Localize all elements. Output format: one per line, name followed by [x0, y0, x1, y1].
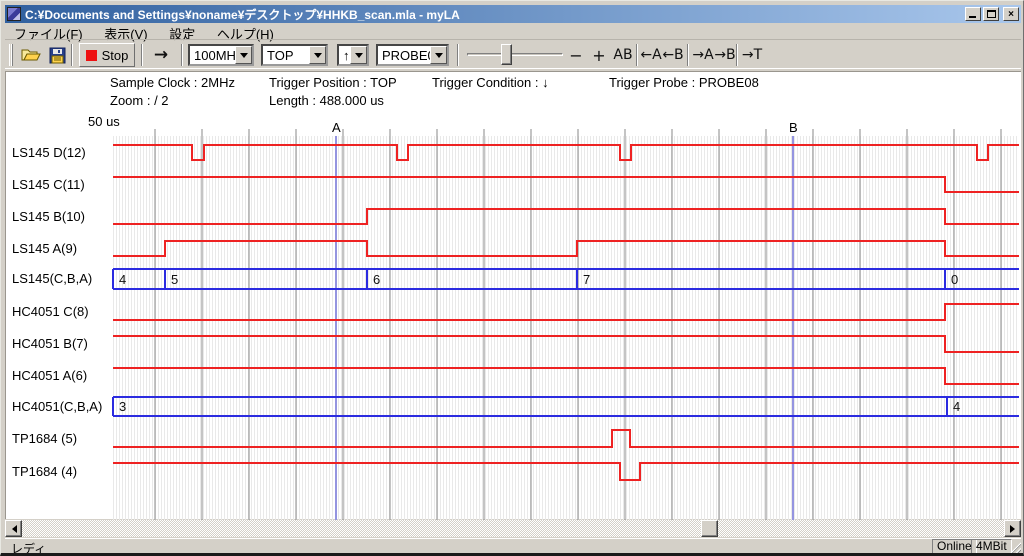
scrollbar-thumb[interactable] — [701, 520, 718, 537]
minimize-button[interactable] — [965, 7, 981, 21]
chevron-down-icon[interactable] — [309, 46, 326, 64]
goto-marker-b-button[interactable]: ←B — [661, 44, 685, 66]
open-file-button[interactable] — [19, 44, 43, 66]
channel-label[interactable]: LS145 C(11) — [12, 177, 85, 192]
window-title: C:¥Documents and Settings¥noname¥デスクトップ¥… — [25, 6, 965, 23]
stop-icon — [86, 50, 97, 61]
arrow-left-icon — [8, 525, 17, 533]
stop-button[interactable]: Stop — [79, 43, 135, 67]
zoom-in-button[interactable]: + — [589, 44, 609, 66]
channel-label[interactable]: LS145(C,B,A) — [12, 271, 92, 286]
chevron-down-icon[interactable] — [350, 46, 367, 64]
trigger-edge-select[interactable]: ↑ — [337, 44, 369, 66]
memory-badge: 4MBit — [971, 539, 1012, 554]
channel-label[interactable]: LS145 A(9) — [12, 241, 77, 256]
clock-select[interactable]: 100MHz — [188, 44, 254, 66]
channel-label[interactable]: HC4051 B(7) — [12, 336, 88, 351]
save-button[interactable] — [45, 44, 69, 66]
marker-letter-a[interactable]: A — [332, 120, 341, 135]
zoom-out-button[interactable]: − — [565, 44, 587, 66]
channel-label[interactable]: TP1684 (5) — [12, 431, 77, 446]
maximize-button[interactable] — [983, 7, 999, 21]
scroll-left-button[interactable] — [5, 520, 22, 537]
channel-label[interactable]: LS145 D(12) — [12, 145, 86, 160]
minimize-icon — [969, 16, 976, 18]
trigger-position-value: TOP — [267, 48, 294, 63]
run-button[interactable]: → — [147, 44, 175, 66]
timebase-label: 50 us — [88, 114, 120, 129]
stop-label: Stop — [102, 48, 129, 63]
window-controls: × — [965, 7, 1019, 21]
toolbar-separator — [687, 44, 689, 66]
slider-track[interactable] — [467, 53, 563, 56]
toolbar-separator — [636, 44, 638, 66]
trigger-condition-text: Trigger Condition : ↓ — [432, 75, 549, 90]
goto-trigger-button[interactable]: →T — [740, 44, 764, 66]
toolbar: Stop → 100MHz TOP ↑ PROBE00 − + AB — [5, 39, 1021, 69]
channel-label[interactable]: TP1684 (4) — [12, 464, 77, 479]
trigger-position-text: Trigger Position : TOP — [269, 75, 397, 90]
chevron-down-icon[interactable] — [235, 46, 252, 64]
waveform-panel: Sample Clock : 2MHz Trigger Position : T… — [5, 71, 1021, 519]
close-icon: × — [1008, 9, 1014, 20]
app-window: C:¥Documents and Settings¥noname¥デスクトップ¥… — [0, 0, 1024, 556]
set-marker-a-button[interactable]: →A — [691, 44, 715, 66]
zoom-ab-button[interactable]: AB — [609, 44, 637, 66]
trigger-edge-value: ↑ — [343, 48, 350, 63]
marker-letter-b[interactable]: B — [789, 120, 798, 135]
app-icon — [7, 7, 21, 21]
trigger-probe-text: Trigger Probe : PROBE08 — [609, 75, 759, 90]
horizontal-scrollbar[interactable] — [5, 520, 1021, 537]
channel-label[interactable]: LS145 B(10) — [12, 209, 85, 224]
save-icon — [49, 47, 66, 64]
toolbar-separator — [181, 44, 183, 66]
probe-select[interactable]: PROBE00 — [376, 44, 449, 66]
toolbar-separator — [141, 44, 143, 66]
zoom-text: Zoom : / 2 — [110, 93, 169, 108]
toolbar-separator — [71, 44, 73, 66]
status-text: レディ — [11, 540, 46, 556]
goto-marker-a-button[interactable]: ←A — [639, 44, 663, 66]
sample-clock-text: Sample Clock : 2MHz — [110, 75, 235, 90]
arrow-right-icon — [1010, 525, 1019, 533]
toolbar-grip — [9, 44, 15, 66]
close-button[interactable]: × — [1003, 7, 1019, 21]
channel-label[interactable]: HC4051(C,B,A) — [12, 399, 102, 414]
grid-area — [113, 136, 1019, 520]
set-marker-b-button[interactable]: →B — [713, 44, 737, 66]
scroll-right-button[interactable] — [1004, 520, 1021, 537]
toolbar-separator — [736, 44, 738, 66]
channel-label[interactable]: HC4051 A(6) — [12, 368, 87, 383]
status-bar: レディ Online 4MBit — [5, 538, 1021, 554]
title-bar[interactable]: C:¥Documents and Settings¥noname¥デスクトップ¥… — [5, 5, 1021, 23]
length-text: Length : 488.000 us — [269, 93, 384, 108]
slider-thumb[interactable] — [501, 44, 512, 65]
maximize-icon — [987, 10, 996, 18]
menu-bar: ファイル(F) 表示(V) 設定 ヘルプ(H) — [5, 23, 1021, 39]
trigger-position-select[interactable]: TOP — [261, 44, 328, 66]
folder-open-icon — [21, 47, 41, 63]
zoom-slider[interactable] — [467, 44, 563, 66]
chevron-down-icon[interactable] — [430, 46, 447, 64]
online-badge: Online — [932, 539, 977, 554]
channel-label[interactable]: HC4051 C(8) — [12, 304, 89, 319]
toolbar-separator — [457, 44, 459, 66]
